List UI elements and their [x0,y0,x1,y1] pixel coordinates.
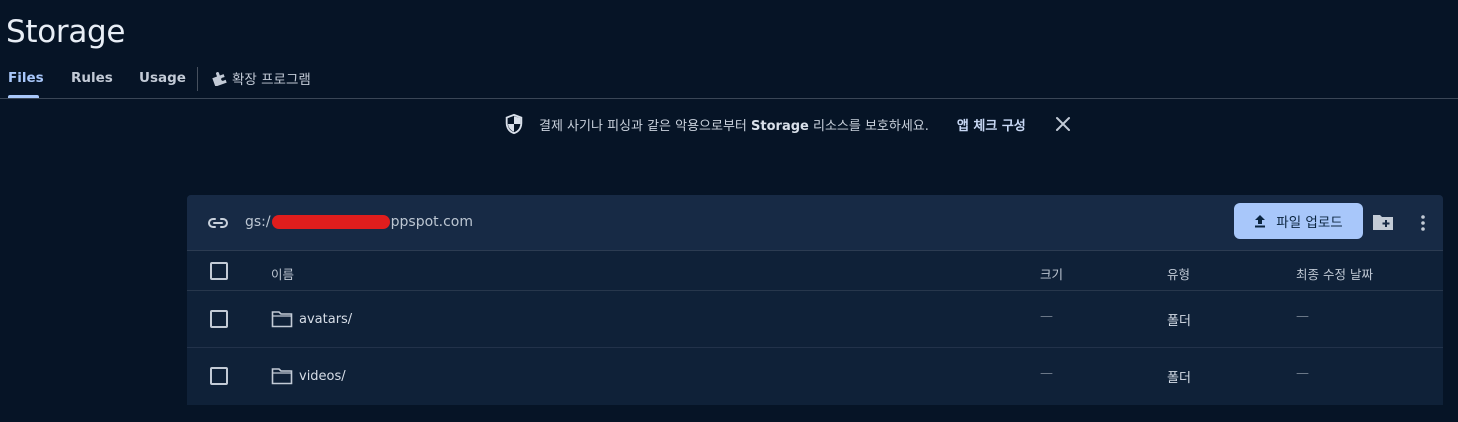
row-type: 폴더 [1167,314,1191,329]
column-modified[interactable]: 최종 수정 날짜 [1296,264,1373,283]
column-type[interactable]: 유형 [1167,264,1190,283]
row-size: — [1040,309,1053,324]
tab-usage[interactable]: Usage [139,70,186,86]
link-icon[interactable] [207,214,229,232]
tab-rules[interactable]: Rules [71,70,113,86]
folder-icon [271,368,293,385]
table-row[interactable]: avatars/ — 폴더 — [187,291,1443,348]
close-icon[interactable] [1054,115,1072,133]
select-all-checkbox[interactable] [210,262,228,280]
row-modified: — [1296,366,1309,381]
tab-extensions[interactable]: 확장 프로그램 [211,68,311,88]
tabs-divider [0,98,1458,99]
table-header: 이름 크기 유형 최종 수정 날짜 [187,251,1443,291]
upload-icon [1255,215,1266,228]
row-name-label: videos/ [299,368,346,384]
row-name[interactable]: videos/ [271,367,346,385]
banner-message: 결제 사기나 피싱과 같은 악용으로부터 Storage 리소스를 보호하세요. [539,115,929,134]
banner-message-text-end: 리소스를 보호하세요. [808,118,929,134]
page-title: Storage [6,14,126,50]
tab-extensions-label: 확장 프로그램 [232,72,311,88]
row-name[interactable]: avatars/ [271,310,352,328]
tab-divider [197,67,198,91]
banner-message-text: 결제 사기나 피싱과 같은 악용으로부터 [539,118,752,134]
row-size: — [1040,366,1053,381]
app-check-banner: 결제 사기나 피싱과 같은 악용으로부터 Storage 리소스를 보호하세요.… [503,111,1072,137]
more-options-icon[interactable] [1418,213,1428,233]
upload-file-label: 파일 업로드 [1276,215,1343,231]
row-checkbox[interactable] [210,367,228,385]
row-name-label: avatars/ [299,311,353,327]
puzzle-icon [212,72,227,86]
bucket-url-suffix: ppspot.com [390,214,473,230]
redaction-mark [271,215,390,229]
upload-file-button[interactable]: 파일 업로드 [1234,203,1363,239]
bucket-url[interactable]: gs:/ ppspot.com [245,214,473,230]
row-modified: — [1296,309,1309,324]
configure-app-check-link[interactable]: 앱 체크 구성 [957,115,1026,134]
column-size[interactable]: 크기 [1040,264,1063,283]
row-checkbox[interactable] [210,310,228,328]
add-folder-icon[interactable] [1372,212,1394,232]
table-row[interactable]: videos/ — 폴더 — [187,348,1443,405]
folder-icon [271,311,293,328]
shield-icon [505,113,523,135]
bucket-header: gs:/ ppspot.com 파일 업로드 [187,195,1443,251]
row-type: 폴더 [1167,371,1191,386]
bucket-url-prefix: gs:/ [245,214,271,230]
file-browser-card: gs:/ ppspot.com 파일 업로드 이름 크기 유형 최종 수정 날짜 [187,195,1443,405]
tab-bar: Files Rules Usage 확장 프로그램 [0,62,1458,99]
column-name[interactable]: 이름 [271,264,294,283]
tab-files[interactable]: Files [8,70,44,86]
banner-message-bold: Storage [751,118,809,134]
